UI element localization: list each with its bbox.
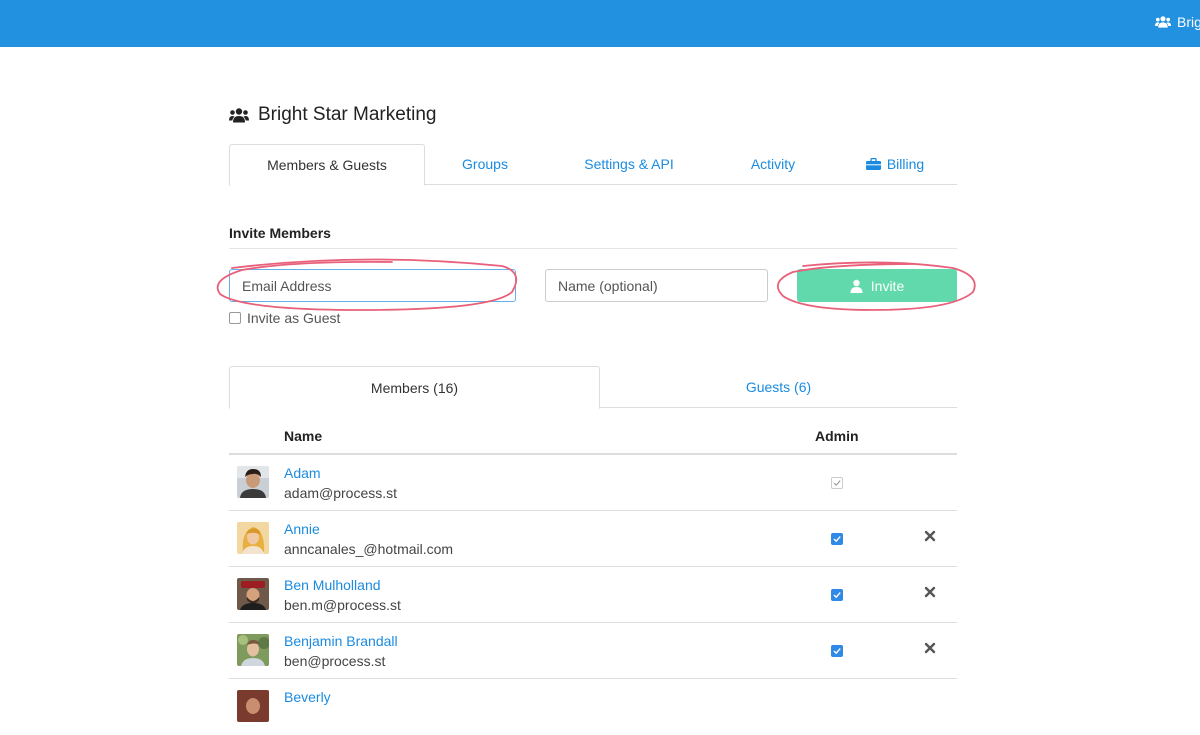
admin-checkbox[interactable] (831, 533, 843, 545)
member-email: ben.m@process.st (284, 597, 401, 613)
name-input[interactable] (545, 269, 768, 302)
check-icon (833, 592, 841, 599)
invite-as-guest-label: Invite as Guest (247, 310, 341, 326)
member-name[interactable]: Annie (284, 521, 320, 537)
remove-member-icon[interactable] (923, 585, 937, 599)
avatar (237, 466, 269, 498)
table-row: Beverly (229, 679, 957, 735)
tab-billing[interactable]: Billing (833, 144, 957, 185)
avatar (237, 578, 269, 610)
tab-label: Groups (462, 156, 508, 172)
tab-groups[interactable]: Groups (425, 144, 545, 185)
member-email: anncanales_@hotmail.com (284, 541, 454, 557)
settings-tabs: Members & Guests Groups Settings & API A… (229, 144, 957, 186)
user-icon (850, 279, 863, 293)
invite-as-guest-checkbox[interactable]: Invite as Guest (229, 310, 340, 326)
check-icon (833, 536, 841, 543)
table-row: Adam adam@process.st (229, 455, 957, 511)
avatar (237, 690, 269, 722)
admin-checkbox[interactable] (831, 589, 843, 601)
remove-member-icon[interactable] (923, 641, 937, 655)
page-title: Bright Star Marketing (229, 104, 436, 126)
invite-section-title: Invite Members (229, 225, 331, 241)
avatar (237, 522, 269, 554)
column-header-name: Name (284, 428, 323, 444)
member-email: adam@process.st (284, 485, 398, 501)
admin-checkbox[interactable] (831, 477, 843, 489)
top-navbar: Brig (0, 0, 1200, 47)
members-table-header: Name Admin (229, 418, 957, 455)
avatar (237, 634, 269, 666)
table-row: Annie anncanales_@hotmail.com (229, 511, 957, 567)
users-icon (1155, 16, 1171, 28)
table-row: Benjamin Brandall ben@process.st (229, 623, 957, 679)
tab-label: Members & Guests (267, 157, 387, 173)
member-guest-tabs: Members (16) Guests (6) (229, 366, 957, 409)
member-name[interactable]: Benjamin Brandall (284, 633, 398, 649)
tab-activity[interactable]: Activity (713, 144, 833, 185)
tab-members-guests[interactable]: Members & Guests (229, 144, 425, 186)
tab-label: Guests (6) (745, 379, 812, 395)
org-switcher-label: Brig (1177, 14, 1200, 30)
column-header-admin: Admin (815, 428, 859, 444)
org-switcher[interactable]: Brig (1155, 14, 1200, 30)
invite-button-label: Invite (870, 277, 905, 294)
tab-members[interactable]: Members (16) (229, 366, 600, 409)
admin-checkbox[interactable] (831, 645, 843, 657)
org-title-text: Bright Star Marketing (258, 104, 437, 125)
briefcase-icon (865, 158, 881, 170)
checkbox-box[interactable] (229, 312, 241, 324)
member-name[interactable]: Beverly (284, 689, 331, 705)
member-name[interactable]: Adam (284, 465, 321, 481)
divider (229, 248, 957, 249)
tab-label: Activity (750, 156, 796, 172)
check-icon (833, 480, 841, 487)
email-input[interactable] (229, 269, 516, 302)
member-email: ben@process.st (284, 653, 386, 669)
invite-button[interactable]: Invite (797, 269, 957, 302)
users-icon (229, 107, 249, 122)
tab-label: Members (16) (370, 380, 459, 396)
member-name[interactable]: Ben Mulholland (284, 577, 381, 593)
table-row: Ben Mulholland ben.m@process.st (229, 567, 957, 623)
tab-label: Settings & API (584, 156, 674, 172)
tab-guests[interactable]: Guests (6) (600, 366, 957, 408)
check-icon (833, 648, 841, 655)
tab-settings-api[interactable]: Settings & API (545, 144, 713, 185)
remove-member-icon[interactable] (923, 529, 937, 543)
tab-label: Billing (886, 156, 925, 172)
